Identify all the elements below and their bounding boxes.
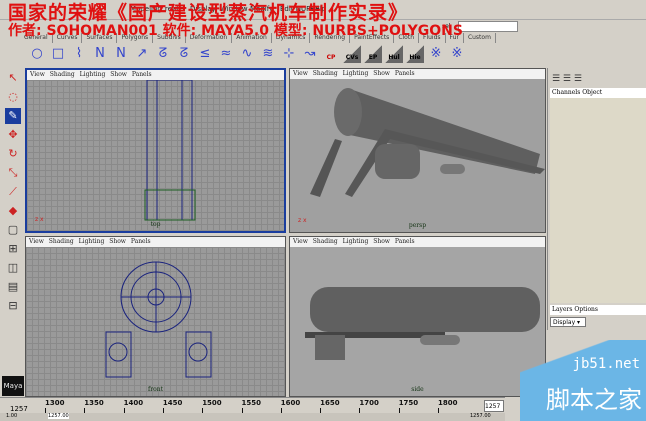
time-slider[interactable]: 1257 1257 1300 1350 1400 1450 1500 1550 1600 16…: [0, 397, 505, 414]
move-icon[interactable]: ✥: [5, 127, 21, 143]
timeline-tick: 1650: [320, 399, 340, 414]
tick-label: 1400: [123, 399, 144, 407]
tick-label: 1700: [359, 399, 379, 407]
camera-label: persp: [408, 222, 427, 229]
locomotive-persp-model: [310, 88, 545, 197]
tick-label: 1450: [162, 399, 183, 407]
camera-label: side: [411, 386, 424, 393]
tick-label: 1750: [398, 399, 419, 407]
viewport-top[interactable]: View Shading Lighting Show Panels z x to…: [25, 68, 286, 233]
viewport-menu[interactable]: View Shading Lighting Show Panels: [26, 237, 285, 247]
maya-logo: Maya: [2, 376, 24, 396]
timeline-tick: 1300: [45, 399, 65, 414]
sel-input[interactable]: [458, 21, 518, 32]
timeline-tick: 1700: [359, 399, 379, 414]
watermark-site: jb51.net: [572, 356, 640, 372]
display-dropdown[interactable]: Display ▾: [550, 317, 586, 327]
viewport-menu[interactable]: View Shading Lighting Show Panels: [290, 237, 545, 247]
current-frame: 1257: [10, 405, 28, 413]
range-end[interactable]: 1257.00: [470, 413, 491, 419]
surface-icon[interactable]: ※: [427, 45, 445, 63]
circle-icon[interactable]: ○: [28, 45, 46, 63]
viewport-persp[interactable]: View Shading Lighting Show Panels z x pe…: [289, 68, 546, 233]
tick-label: 1350: [84, 399, 104, 407]
arc-icon[interactable]: ↗: [133, 45, 151, 63]
outliner-layout-icon[interactable]: ▤: [5, 279, 21, 295]
timeline-tick: 1500: [202, 399, 222, 414]
grid: [27, 80, 284, 231]
timeline-tick: 1350: [84, 399, 104, 414]
viewport-menu[interactable]: View Shading Lighting Show Panels: [290, 69, 545, 79]
display-label: Display: [553, 319, 576, 326]
toolbox: ↖ ◌ ✎ ✥ ↻ ⤡ ⟋ ◆ ▢ ⊞ ◫ ▤ ⊟: [2, 70, 24, 400]
timeline-tick: 1800: [438, 399, 458, 414]
extrude-icon[interactable]: ≤: [196, 45, 214, 63]
shelf: ○ □ ⌇ N Ν ↗ ᘔ ᘔ ≤ ≈ ∿ ≋ ⊹ ↝ CP CVs EP Hu…: [28, 43, 548, 65]
single-layout-icon[interactable]: ▢: [5, 222, 21, 238]
revolve-icon[interactable]: ᘔ: [175, 45, 193, 63]
ep-curve-icon[interactable]: Ν: [112, 45, 130, 63]
timeline-tick: 1750: [398, 399, 419, 414]
rebuild-icon[interactable]: ↝: [301, 45, 319, 63]
timeline-tick: 1600: [280, 399, 301, 414]
tick-label: 1600: [280, 399, 301, 407]
channel-box-icons[interactable]: ☰ ☰ ☰: [552, 74, 582, 84]
viewport-side[interactable]: View Shading Lighting Show Panels side: [289, 236, 546, 397]
tick-label: 1300: [45, 399, 65, 407]
grid: [26, 247, 285, 396]
timeline-tick: 1550: [241, 399, 261, 414]
square-icon[interactable]: □: [49, 45, 67, 63]
surface-icon-2[interactable]: ※: [448, 45, 466, 63]
locomotive-front-view: [105, 261, 212, 378]
camera-label: top: [150, 221, 161, 228]
viewport-front[interactable]: View Shading Lighting Show Panels front: [25, 236, 286, 397]
shelf-tab[interactable]: Custom: [464, 33, 496, 43]
side-view: [290, 247, 545, 396]
timeline-tick: 1450: [162, 399, 183, 414]
watermark-name: 脚本之家: [546, 386, 642, 414]
loft-icon[interactable]: ᘔ: [154, 45, 172, 63]
tick-label: 1800: [438, 399, 458, 407]
cv-curve-icon[interactable]: N: [91, 45, 109, 63]
hierarchy-button[interactable]: Hie: [406, 45, 424, 63]
graph-layout-icon[interactable]: ⊟: [5, 298, 21, 314]
select-icon[interactable]: ↖: [5, 70, 21, 86]
overlay-credits: 作者: SOHOMAN001 软件: MAYA5.0 模型: NURBS+POL…: [8, 23, 463, 39]
s-curve-icon[interactable]: ∿: [238, 45, 256, 63]
range-start[interactable]: 1.00: [6, 413, 17, 419]
hull-button[interactable]: Hul: [385, 45, 403, 63]
layers-menu[interactable]: Layers Options: [550, 305, 646, 315]
locomotive-top-view: [144, 80, 196, 221]
tick-label: 1650: [320, 399, 340, 407]
tick-label: 1550: [241, 399, 261, 407]
range-field[interactable]: 1257.00: [48, 413, 69, 419]
range-slider[interactable]: 1.00 1257.00 1257.00: [0, 413, 505, 421]
last-tool-icon[interactable]: ◆: [5, 203, 21, 219]
channel-box-panel: ☰ ☰ ☰ Channels Object Layers Options Dis…: [547, 68, 646, 330]
paint-select-icon[interactable]: ✎: [5, 108, 21, 124]
camera-label: front: [148, 386, 163, 393]
four-layout-icon[interactable]: ⊞: [5, 241, 21, 257]
timeline-tick: 1400: [123, 399, 144, 414]
cvs-button[interactable]: CVs: [343, 45, 361, 63]
attach-icon[interactable]: ≋: [259, 45, 277, 63]
scale-icon[interactable]: ⤡: [5, 165, 21, 181]
persp-view: [290, 79, 545, 232]
rotate-icon[interactable]: ↻: [5, 146, 21, 162]
two-layout-icon[interactable]: ◫: [5, 260, 21, 276]
cp-button[interactable]: CP: [322, 45, 340, 63]
channel-box: [550, 98, 646, 303]
tick-label: 1500: [202, 399, 222, 407]
insert-knot-icon[interactable]: ⊹: [280, 45, 298, 63]
curve-tool-icon[interactable]: ⌇: [70, 45, 88, 63]
wave-icon[interactable]: ≈: [217, 45, 235, 63]
locomotive-side-model: [305, 287, 540, 360]
current-frame-field[interactable]: 1257: [484, 400, 504, 412]
ep-button[interactable]: EP: [364, 45, 382, 63]
manipulator-icon[interactable]: ⟋: [5, 184, 21, 200]
lasso-icon[interactable]: ◌: [5, 89, 21, 105]
viewport-menu[interactable]: View Shading Lighting Show Panels: [27, 70, 284, 80]
channels-menu[interactable]: Channels Object: [550, 88, 646, 98]
